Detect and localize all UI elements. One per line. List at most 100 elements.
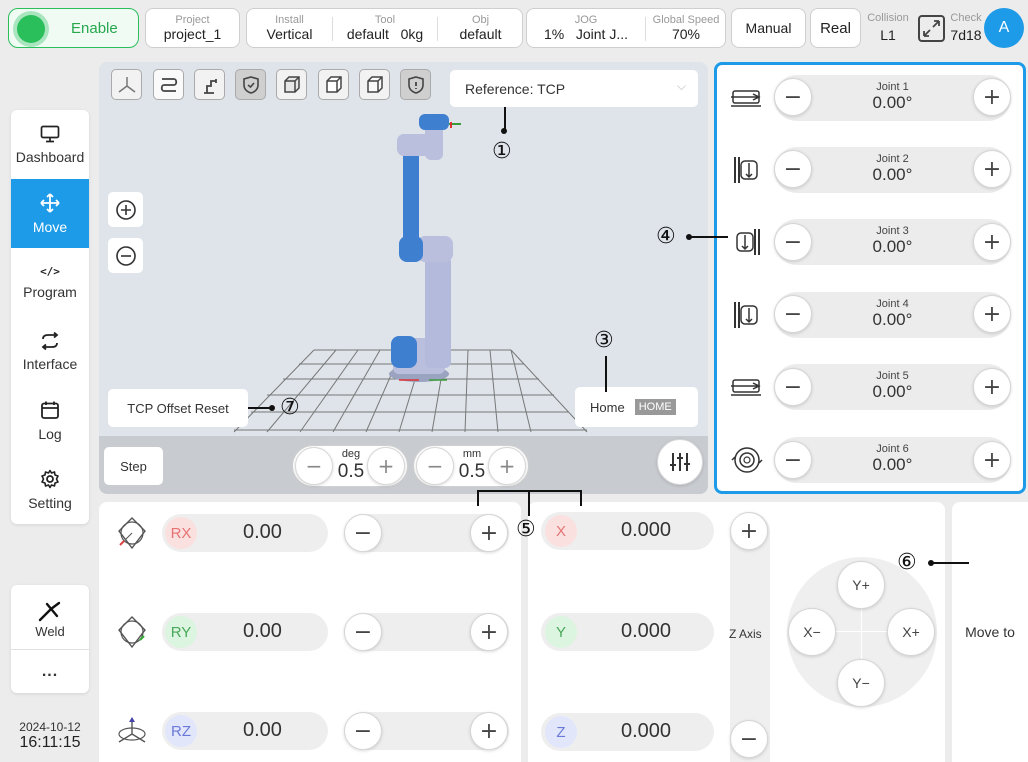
y-minus-button[interactable]: Y−: [837, 659, 885, 707]
project-label: Project: [175, 14, 210, 26]
robot-arm-model: [389, 114, 461, 382]
view-warning-button[interactable]: [400, 69, 431, 100]
jog-selector[interactable]: JOG 1% Joint J...: [527, 9, 645, 47]
rx-decrease-button[interactable]: −: [344, 514, 382, 552]
ry-badge: RY: [165, 616, 197, 648]
zoom-out-button[interactable]: [108, 238, 143, 273]
joint-6-increase-button[interactable]: +: [973, 441, 1011, 479]
home-button[interactable]: Home HOME: [575, 387, 698, 427]
zoom-in-button[interactable]: [108, 192, 143, 227]
z-increase-button[interactable]: +: [730, 512, 768, 550]
x-plus-button[interactable]: X+: [887, 608, 935, 656]
joint-5-increase-button[interactable]: +: [973, 368, 1011, 406]
mm-value: 0.5: [458, 461, 486, 482]
mm-stepper: − mm 0.5 +: [413, 445, 529, 487]
weld-button[interactable]: Weld: [11, 590, 89, 650]
viewport-3d[interactable]: [99, 62, 708, 436]
view-shield-button[interactable]: [235, 69, 266, 100]
joint-1-decrease-button[interactable]: −: [774, 78, 812, 116]
view-cube-top-button[interactable]: [359, 69, 390, 100]
install-tool-obj-group: Install Vertical Tool default 0kg Obj de…: [246, 8, 523, 48]
view-axes-button[interactable]: [111, 69, 142, 100]
home-badge: HOME: [634, 399, 676, 415]
sidebar-item-move[interactable]: Move: [11, 179, 89, 248]
y-plus-label: Y+: [852, 577, 870, 593]
rz-increase-button[interactable]: +: [470, 712, 508, 750]
calendar-icon: [41, 401, 59, 419]
joint-4-increase-button[interactable]: +: [973, 295, 1011, 333]
view-cube-side-button[interactable]: [318, 69, 349, 100]
annotation-5-bracket-right: [580, 490, 582, 506]
real-mode-button[interactable]: Real: [810, 8, 861, 48]
joint-2-decrease-button[interactable]: −: [774, 150, 812, 188]
more-button[interactable]: ...: [11, 652, 89, 692]
sidebar-item-setting[interactable]: Setting: [11, 455, 89, 524]
manual-mode-button[interactable]: Manual: [731, 8, 806, 48]
joint-6-decrease-button[interactable]: −: [774, 441, 812, 479]
x-plus-label: X+: [902, 624, 920, 640]
deg-decrease-button[interactable]: −: [295, 447, 333, 485]
annotation-3-marker: ③: [594, 328, 614, 353]
rz-decrease-button[interactable]: −: [344, 712, 382, 750]
mm-decrease-button[interactable]: −: [416, 447, 454, 485]
sidebar-item-interface[interactable]: Interface: [11, 317, 89, 386]
expand-icon[interactable]: [918, 15, 945, 42]
avatar-letter: A: [998, 19, 1010, 36]
cube-side-icon: [325, 75, 342, 93]
rx-increase-button[interactable]: +: [470, 514, 508, 552]
sidebar-item-label: Program: [23, 284, 77, 300]
tool-value: default: [346, 26, 389, 42]
sidebar-item-log[interactable]: Log: [11, 386, 89, 455]
rz-value: 0.00: [243, 719, 282, 741]
mm-increase-button[interactable]: +: [488, 447, 526, 485]
joint-2-icon: [734, 157, 758, 183]
joint-5-decrease-button[interactable]: −: [774, 368, 812, 406]
view-cube-front-button[interactable]: [276, 69, 307, 100]
axes-icon: [118, 76, 135, 93]
sidebar-item-dashboard[interactable]: Dashboard: [11, 110, 89, 179]
annotation-3-leader: [605, 356, 607, 392]
y-plus-button[interactable]: Y+: [837, 561, 885, 609]
jog-mode: Joint J...: [575, 26, 629, 42]
step-button[interactable]: Step: [104, 447, 163, 485]
annotation-6-leader: [932, 562, 969, 564]
cube-icon: [283, 75, 300, 93]
collision-status[interactable]: Collision L1: [864, 12, 912, 46]
adjust-settings-button[interactable]: [657, 439, 703, 485]
sidebar-item-program[interactable]: </> Program: [11, 248, 89, 317]
joint-1-increase-button[interactable]: +: [973, 78, 1011, 116]
check-status[interactable]: Check 7d18: [948, 12, 984, 46]
tool-selector[interactable]: Tool default 0kg: [333, 9, 437, 47]
enable-indicator-icon: [17, 15, 45, 43]
view-path-button[interactable]: [153, 69, 184, 100]
deg-unit: deg: [341, 448, 361, 460]
move-to-button[interactable]: Move to: [952, 502, 1028, 762]
x-minus-button[interactable]: X−: [788, 608, 836, 656]
joint-3-increase-button[interactable]: +: [973, 223, 1011, 261]
install-selector[interactable]: Install Vertical: [247, 9, 332, 47]
z-axis-label: Z Axis: [729, 627, 762, 641]
joint-4-decrease-button[interactable]: −: [774, 295, 812, 333]
global-speed-selector[interactable]: Global Speed 70%: [646, 9, 726, 47]
ry-decrease-button[interactable]: −: [344, 613, 382, 651]
step-label: Step: [120, 458, 147, 474]
ry-increase-button[interactable]: +: [470, 613, 508, 651]
joint-3-decrease-button[interactable]: −: [774, 223, 812, 261]
joint-2-increase-button[interactable]: +: [973, 150, 1011, 188]
chevron-down-icon: ⌵: [676, 79, 686, 93]
view-robot-button[interactable]: [194, 69, 225, 100]
jog-percent: 1%: [543, 26, 565, 42]
rx-badge: RX: [165, 517, 197, 549]
install-value: Vertical: [266, 26, 313, 42]
joint-panel: [714, 62, 1026, 494]
z-decrease-button[interactable]: −: [730, 720, 768, 758]
sidebar-item-label: Dashboard: [15, 148, 85, 165]
deg-increase-button[interactable]: +: [367, 447, 405, 485]
user-avatar[interactable]: A: [984, 8, 1024, 48]
enable-button[interactable]: Enable: [8, 8, 139, 48]
project-selector[interactable]: Project project_1: [145, 8, 240, 48]
obj-selector[interactable]: Obj default: [438, 9, 523, 47]
tcp-offset-reset-button[interactable]: TCP Offset Reset: [108, 389, 248, 427]
reference-dropdown[interactable]: Reference: TCP ⌵: [450, 70, 698, 107]
mm-unit: mm: [462, 448, 482, 460]
